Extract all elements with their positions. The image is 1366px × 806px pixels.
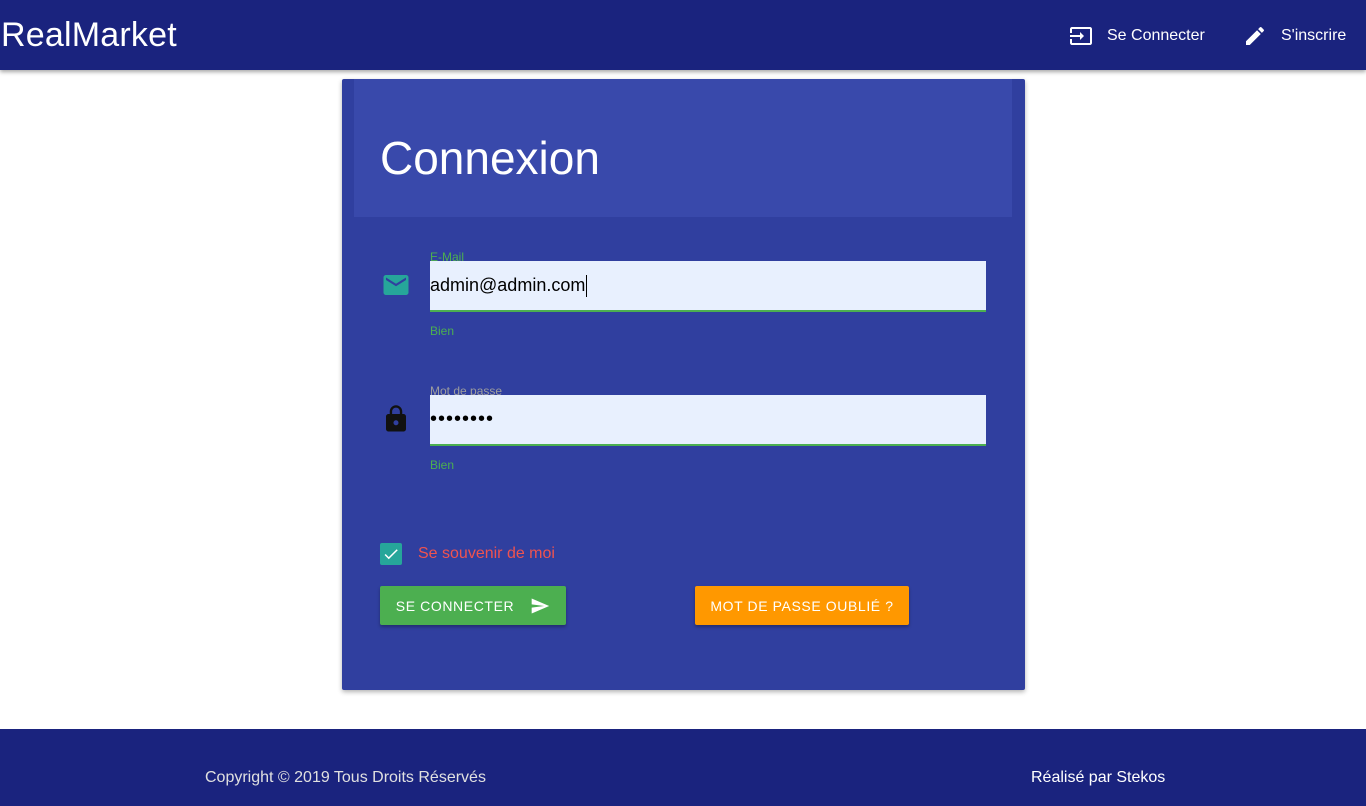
email-value: admin@admin.com xyxy=(430,275,586,295)
login-icon xyxy=(1070,27,1092,45)
password-value: •••••••• xyxy=(430,408,495,430)
mail-icon xyxy=(381,270,411,300)
forgot-password-button[interactable]: Mot de passe oublié ? xyxy=(695,586,909,625)
text-caret xyxy=(586,274,588,297)
nav-register-link[interactable]: S'inscrire xyxy=(1243,16,1346,56)
checkbox-checked[interactable] xyxy=(380,543,402,565)
login-button[interactable]: Se connecter xyxy=(380,586,566,625)
pencil-icon xyxy=(1246,26,1265,45)
login-button-label: Se connecter xyxy=(395,597,515,614)
remember-me-checkbox[interactable]: Se souvenir de moi xyxy=(380,543,555,565)
password-field[interactable]: •••••••• xyxy=(430,395,986,446)
remember-me-label: Se souvenir de moi xyxy=(418,545,555,562)
lock-icon xyxy=(381,404,411,434)
email-field[interactable]: admin@admin.com xyxy=(430,261,986,312)
card-header: Connexion xyxy=(354,79,1012,217)
brand-logo[interactable]: RealMarket xyxy=(1,14,177,56)
password-helper-text: Bien xyxy=(430,458,455,472)
credit-text: Réalisé par Stekos xyxy=(1031,769,1166,786)
check-icon xyxy=(384,549,398,560)
login-card: Connexion E-Mail admin@admin.com Bien Mo… xyxy=(342,79,1025,690)
send-icon xyxy=(531,598,550,613)
nav-login-label: Se Connecter xyxy=(1107,27,1205,44)
email-helper-text: Bien xyxy=(430,324,455,338)
nav-register-label: S'inscrire xyxy=(1281,27,1347,44)
top-navbar: RealMarket Se Connecter S'inscrire xyxy=(0,0,1366,70)
page-title: Connexion xyxy=(380,132,600,184)
copyright-text: Copyright © 2019 Tous Droits Réservés xyxy=(205,769,486,786)
nav-login-link[interactable]: Se Connecter xyxy=(1069,16,1205,56)
forgot-password-label: Mot de passe oublié ? xyxy=(710,597,894,614)
page-footer: Copyright © 2019 Tous Droits Réservés Ré… xyxy=(0,729,1366,806)
